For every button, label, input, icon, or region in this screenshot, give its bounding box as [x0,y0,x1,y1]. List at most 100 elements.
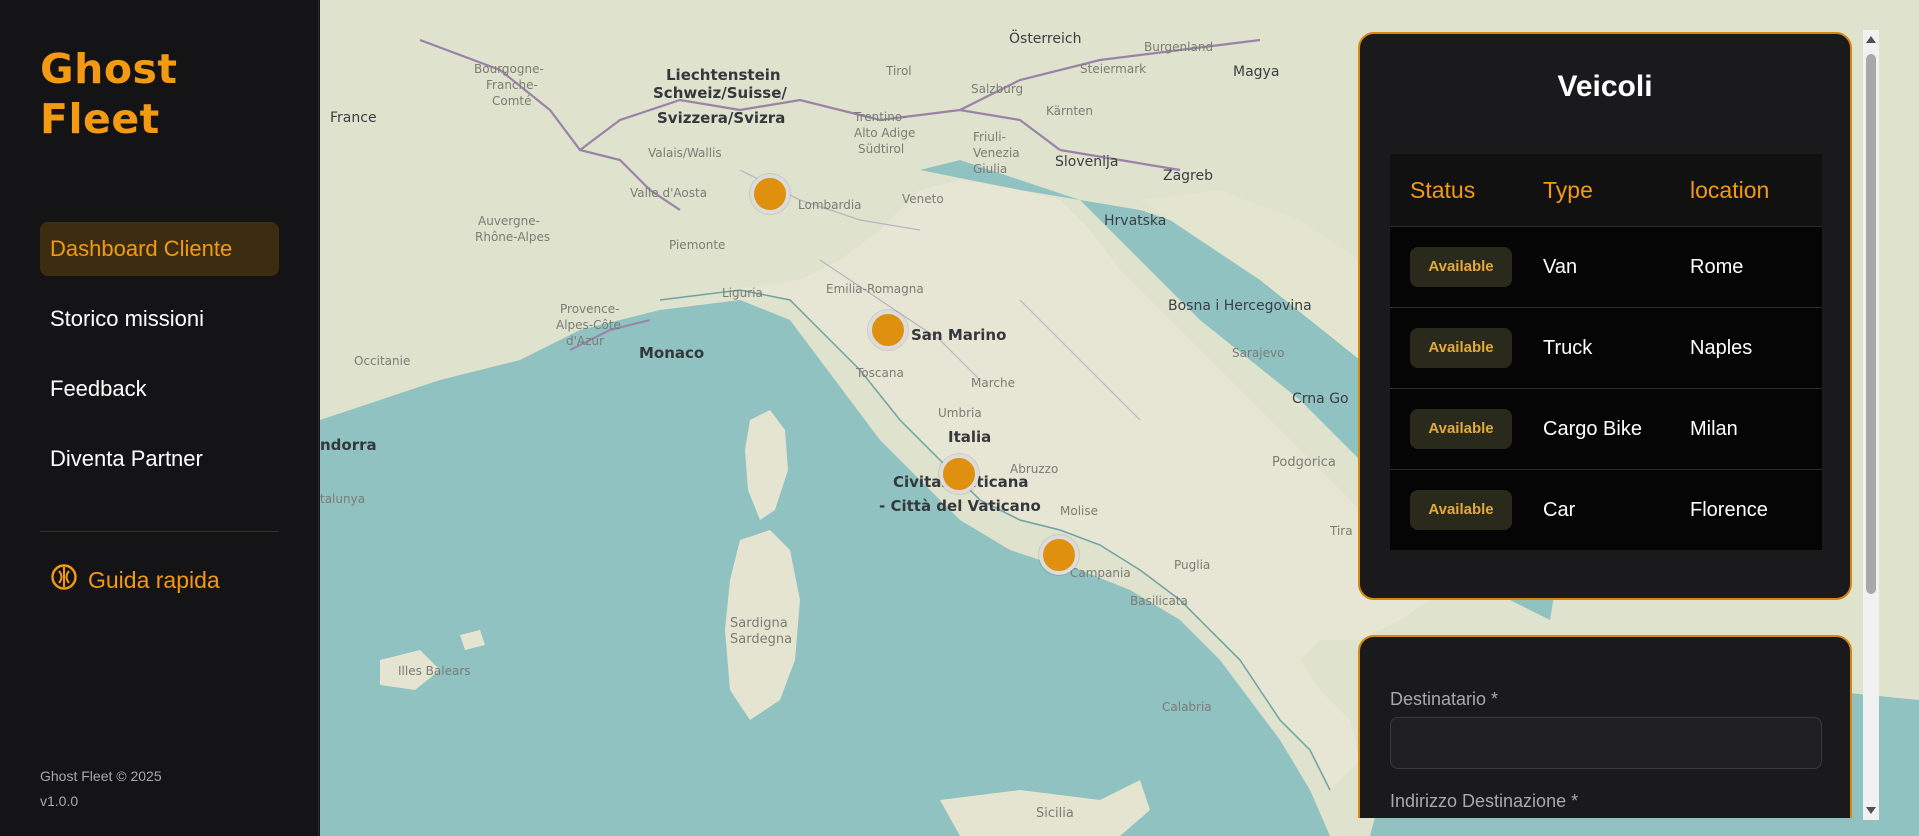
app-root: Ghost Fleet Dashboard Cliente Storico mi… [0,0,1919,836]
map-label-umbria: Umbria [938,406,982,420]
map-label-campania: Campania [1070,566,1131,580]
map-label-magyar: Magya [1233,64,1280,80]
logo-line-1: Ghost [40,45,178,93]
status-badge: Available [1410,409,1512,449]
right-panel[interactable]: Veicoli Status Type location Available V… [1354,28,1882,818]
vehicle-type: Truck [1543,336,1593,359]
sidebar-divider [40,531,279,532]
map-label-sicilia: Sicilia [1036,806,1074,821]
map-label-sarajevo: Sarajevo [1232,346,1285,360]
map-label-slovenia: Slovenija [1055,154,1119,170]
vehicles-table: Status Type location Available Van Rome … [1390,154,1822,550]
map-label-switzerland-2: Svizzera/Svizra [657,109,786,127]
map-label-steiermark: Steiermark [1080,62,1147,76]
map-label-tira: Tira [1330,524,1353,538]
map-label-basilicata: Basilicata [1130,594,1188,608]
help-circle-icon [50,563,78,597]
map-label-valais: Valais/Wallis [648,146,722,160]
recipient-input[interactable] [1390,717,1822,769]
map-label-auvergne-1: Auvergne- [478,214,540,228]
map-label-toscana: Toscana [856,366,904,380]
map-label-bourgogne-2: Franche- [486,78,538,92]
map-label-tirol: Tirol [886,64,912,78]
map-label-friuli-3: Giulia [973,162,1008,176]
panel-scrollbar[interactable] [1863,30,1879,820]
map-label-andorra: ndorra [320,436,377,454]
map-label-calabria: Calabria [1162,700,1212,714]
app-logo[interactable]: Ghost Fleet [40,44,178,144]
map-label-monaco: Monaco [639,344,705,362]
map-label-bourgogne-1: Bourgogne- [474,62,544,76]
table-row[interactable]: Available Cargo Bike Milan [1390,388,1822,469]
map-label-podgorica: Podgorica [1272,455,1336,470]
vehicle-location: Naples [1690,336,1753,359]
status-badge: Available [1410,328,1512,368]
map-label-sardegna-1: Sardigna [730,616,788,631]
map-label-bourgogne-3: Comté [492,94,532,108]
quick-guide-label: Guida rapida [88,566,220,593]
status-badge: Available [1410,247,1512,287]
map-label-emilia: Emilia-Romagna [826,282,924,296]
map-label-valle-aosta: Valle d'Aosta [630,186,708,200]
map-label-bosnia: Bosna i Hercegovina [1168,298,1312,314]
sidebar: Ghost Fleet Dashboard Cliente Storico mi… [0,0,319,836]
shipment-form-card: Destinatario * Indirizzo Destinazione * [1358,635,1852,818]
scroll-up-arrow-icon[interactable] [1866,36,1876,43]
map-marker-milan[interactable] [750,174,790,214]
map-label-baleares: Illes Balears [398,664,471,678]
sidebar-footer: Ghost Fleet © 2025 v1.0.0 [40,764,162,814]
map-marker-florence[interactable] [868,310,908,350]
map-label-puglia: Puglia [1174,558,1211,572]
logo-line-2: Fleet [40,95,160,143]
quick-guide-link[interactable]: Guida rapida [50,563,220,597]
map-label-karnten: Kärnten [1046,104,1094,118]
sidebar-item-dashboard[interactable]: Dashboard Cliente [40,222,279,276]
map-label-sardegna-2: Sardegna [730,632,793,647]
map-label-friuli-1: Friuli- [973,130,1006,144]
sidebar-item-missions-history[interactable]: Storico missioni [40,292,279,346]
map-label-zagreb: Zagreb [1163,168,1214,184]
sidebar-item-feedback[interactable]: Feedback [40,362,279,416]
map-label-trentino-3: Südtirol [858,142,905,156]
map-marker-naples[interactable] [1039,535,1079,575]
map-label-croatia: Hrvatska [1104,213,1167,229]
version-text: v1.0.0 [40,793,79,809]
recipient-label: Destinatario * [1390,689,1499,709]
map-marker-rome[interactable] [939,454,979,494]
map-label-veneto: Veneto [902,192,944,206]
vehicle-location: Florence [1690,498,1768,521]
column-header-location[interactable]: location [1690,177,1822,204]
map-label-auvergne-2: Rhône-Alpes [475,230,551,244]
map-label-friuli-2: Venezia [973,146,1020,160]
map-label-burgenland: Burgenland [1144,40,1214,54]
vehicle-type: Car [1543,498,1576,521]
vehicles-card: Veicoli Status Type location Available V… [1358,32,1852,600]
copyright-text: Ghost Fleet © 2025 [40,768,162,784]
map-label-provence-3: d'Azur [566,334,604,348]
column-header-type[interactable]: Type [1543,177,1690,204]
vehicle-location: Rome [1690,255,1744,278]
vehicles-title: Veicoli [1557,70,1653,103]
scrollbar-thumb[interactable] [1866,54,1876,594]
map-label-catalunya: talunya [320,492,366,506]
destination-address-label: Indirizzo Destinazione * [1390,791,1579,811]
map-label-italia: Italia [948,428,992,446]
scroll-down-arrow-icon[interactable] [1866,807,1876,814]
table-header-row: Status Type location [1390,154,1822,226]
map-label-liguria: Liguria [722,286,763,300]
map-label-molise: Molise [1060,504,1098,518]
table-row[interactable]: Available Van Rome [1390,226,1822,307]
map-label-occitanie: Occitanie [354,354,411,368]
map-label-france: France [330,110,377,126]
map-label-liechtenstein: Liechtenstein [666,66,781,84]
table-row[interactable]: Available Truck Naples [1390,307,1822,388]
map-label-abruzzo: Abruzzo [1010,462,1059,476]
map-label-trentino-1: Trentino- [854,110,907,124]
table-row[interactable]: Available Car Florence [1390,469,1822,550]
map-label-vatican-2: - Città del Vaticano [879,497,1041,515]
column-header-status[interactable]: Status [1390,177,1543,204]
vehicle-location: Milan [1690,417,1738,440]
sidebar-item-become-partner[interactable]: Diventa Partner [40,432,279,486]
map-label-trentino-2: Alto Adige [854,126,916,140]
map-label-provence-1: Provence- [560,302,620,316]
